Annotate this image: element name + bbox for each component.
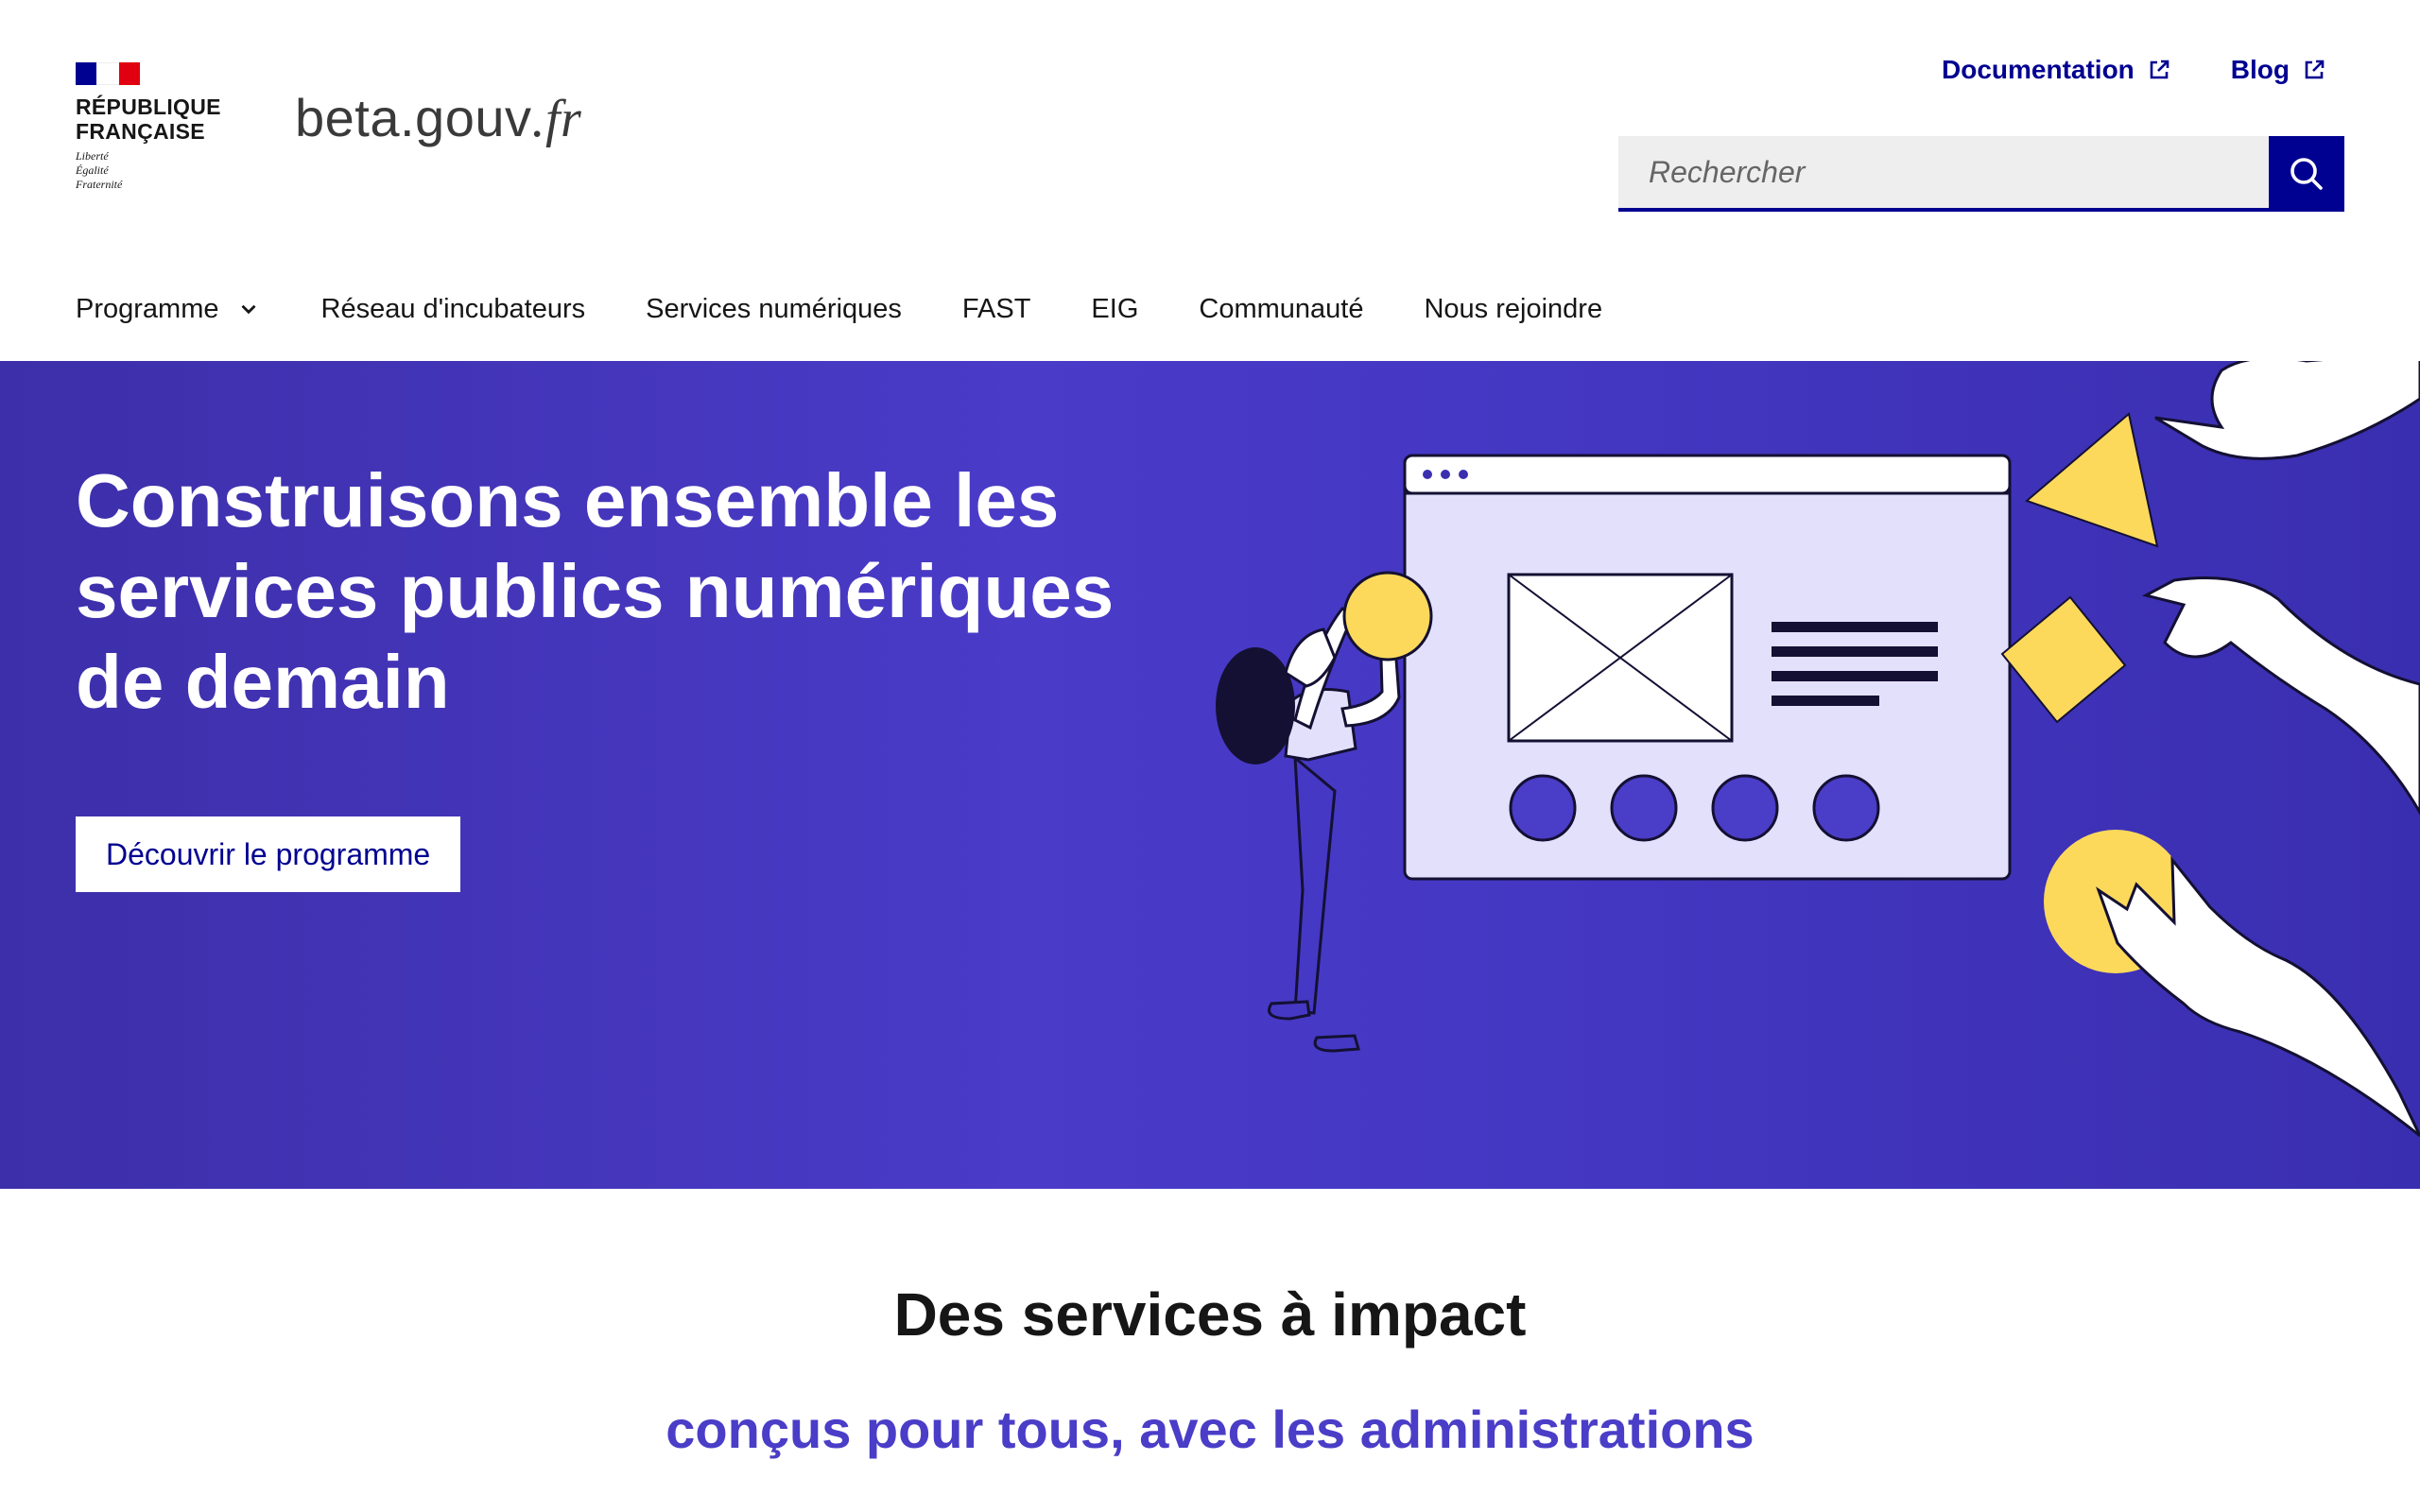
blog-link-label: Blog (2230, 55, 2290, 84)
nav-item-programme[interactable]: Programme (76, 294, 261, 325)
nav-item-label: EIG (1091, 293, 1139, 324)
nav-item-eig[interactable]: EIG (1091, 294, 1138, 325)
triangle-hand-illustration (2025, 361, 2420, 548)
discover-programme-button[interactable]: Découvrir le programme (76, 816, 461, 892)
nav-item-fast[interactable]: FAST (962, 294, 1031, 325)
nav-item-services-numeriques[interactable]: Services numériques (646, 294, 902, 325)
nav-item-label: Réseau d'incubateurs (320, 293, 586, 324)
motto-egalite: Égalité (76, 163, 109, 177)
external-link-icon (2305, 60, 2325, 79)
external-link-icon (2150, 60, 2169, 79)
marianne-flag-icon (76, 62, 140, 85)
francaise-label: Française (76, 119, 205, 144)
site-name-link[interactable]: beta.gouv.fr (295, 87, 581, 149)
impact-section-title: Des services à impact (893, 1280, 1527, 1349)
nav-item-label: Communauté (1199, 293, 1364, 324)
site-name-suffix: .fr (531, 90, 582, 148)
nav-item-label: FAST (961, 293, 1031, 324)
square-hand-illustration (2000, 576, 2420, 816)
search-input[interactable] (1618, 136, 2269, 212)
circle-hand-illustration (2044, 830, 2420, 1138)
nav-item-label: Services numériques (646, 293, 902, 324)
republique-francaise-label: République Française (76, 94, 227, 144)
hero-illustration (1216, 361, 2420, 1138)
nav-item-label: Nous rejoindre (1424, 293, 1603, 324)
nav-item-label: Programme (76, 293, 219, 324)
hero-title: Construisons ensemble les services publi… (76, 458, 1115, 724)
hero-banner: Construisons ensemble les services publi… (0, 361, 2420, 1189)
republic-motto: Liberté Égalité Fraternité (76, 149, 227, 192)
documentation-link[interactable]: Documentation (1942, 55, 2170, 85)
search-button[interactable] (2269, 136, 2344, 212)
documentation-link-label: Documentation (1942, 55, 2135, 84)
republique-francaise-logo[interactable]: République Française Liberté Égalité Fra… (76, 62, 227, 204)
chevron-down-icon (241, 304, 255, 315)
nav-item-nous-rejoindre[interactable]: Nous rejoindre (1424, 294, 1602, 325)
motto-fraternite: Fraternité (76, 178, 123, 191)
blog-link[interactable]: Blog (2231, 55, 2325, 85)
nav-item-communaute[interactable]: Communauté (1199, 294, 1363, 325)
person-illustration (1216, 571, 1433, 1053)
quick-access-links: Documentation Blog (1942, 55, 2325, 85)
motto-liberte: Liberté (76, 149, 109, 163)
browser-window-illustration (1403, 454, 2012, 881)
republique-label: République (76, 94, 221, 119)
search-bar (1618, 136, 2344, 212)
search-icon (2290, 158, 2323, 190)
nav-item-reseau-incubateurs[interactable]: Réseau d'incubateurs (321, 294, 586, 325)
site-name-main: beta.gouv (295, 88, 532, 147)
site-header: République Française Liberté Égalité Fra… (0, 0, 2420, 259)
main-navigation: Programme Réseau d'incubateurs Services … (0, 257, 2420, 361)
impact-section-subtitle: conçus pour tous, avec les administratio… (666, 1400, 1754, 1459)
